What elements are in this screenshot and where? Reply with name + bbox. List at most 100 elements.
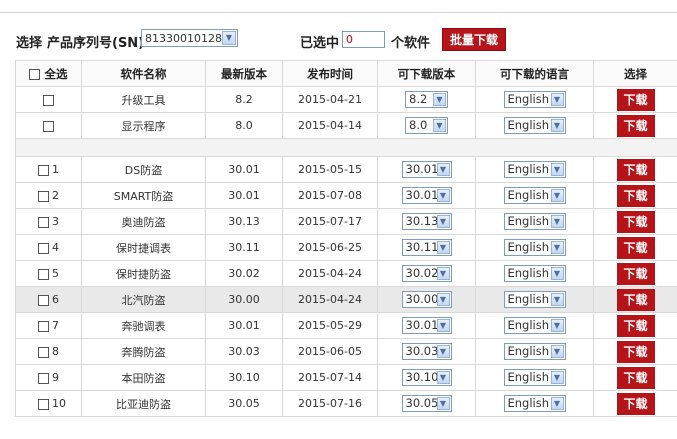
chevron-down-icon[interactable]: ▼ <box>550 163 564 176</box>
sn-value: 813300101280 <box>145 32 229 45</box>
language-select[interactable]: English ▼ <box>503 161 566 178</box>
language-select[interactable]: English ▼ <box>503 213 566 230</box>
chevron-down-icon[interactable]: ▼ <box>550 397 564 410</box>
version-select[interactable]: 30.01 ▼ <box>401 161 452 178</box>
table-row: 4 保时捷调表 30.11 2015-06-25 30.11 ▼ English ▼ 下载 <box>15 234 677 261</box>
chevron-down-icon[interactable]: ▼ <box>550 241 564 254</box>
row-checkbox[interactable] <box>38 242 49 254</box>
chevron-down-icon[interactable]: ▼ <box>433 93 446 106</box>
row-number: 2 <box>52 189 59 202</box>
chevron-down-icon[interactable]: ▼ <box>436 293 450 306</box>
chevron-down-icon[interactable]: ▼ <box>436 163 450 176</box>
latest-version: 30.02 <box>205 260 283 287</box>
chevron-down-icon[interactable]: ▼ <box>436 267 450 280</box>
language-select[interactable]: English ▼ <box>503 343 566 360</box>
row-checkbox[interactable] <box>43 120 54 132</box>
download-button[interactable]: 下载 <box>616 262 655 285</box>
chevron-down-icon[interactable]: ▼ <box>550 319 564 332</box>
download-button[interactable]: 下载 <box>616 88 655 111</box>
release-date: 2015-04-24 <box>282 260 378 287</box>
row-checkbox[interactable] <box>38 216 49 228</box>
selected-count-input[interactable]: 0 <box>342 31 385 48</box>
version-select[interactable]: 30.02 ▼ <box>401 265 452 282</box>
chevron-down-icon[interactable]: ▼ <box>550 267 564 280</box>
version-select[interactable]: 8.2 ▼ <box>405 91 448 108</box>
release-date: 2015-06-25 <box>282 234 378 261</box>
language-select[interactable]: English ▼ <box>503 239 566 256</box>
version-select[interactable]: 8.0 ▼ <box>405 117 448 134</box>
table-row: 3 奥迪防盗 30.13 2015-07-17 30.13 ▼ English ▼ 下载 <box>15 208 677 235</box>
sn-select[interactable]: 813300101280 ▼ <box>141 29 238 47</box>
row-number: 9 <box>52 371 59 384</box>
chevron-down-icon[interactable]: ▼ <box>436 371 450 384</box>
version-select[interactable]: 30.00 ▼ <box>401 291 452 308</box>
language-select[interactable]: English ▼ <box>503 369 566 386</box>
language-select[interactable]: English ▼ <box>503 291 566 308</box>
row-checkbox[interactable] <box>38 190 49 202</box>
chevron-down-icon[interactable]: ▼ <box>550 293 564 306</box>
version-select[interactable]: 30.11 ▼ <box>401 239 452 256</box>
row-checkbox[interactable] <box>38 346 49 358</box>
chevron-down-icon[interactable]: ▼ <box>222 31 236 45</box>
download-button[interactable]: 下载 <box>616 236 655 259</box>
version-select[interactable]: 30.01 ▼ <box>401 317 452 334</box>
row-checkbox[interactable] <box>38 372 49 384</box>
chevron-down-icon[interactable]: ▼ <box>550 215 564 228</box>
chevron-down-icon[interactable]: ▼ <box>433 119 446 132</box>
table-row: 8 奔腾防盗 30.03 2015-06-05 30.03 ▼ English ▼ 下载 <box>15 338 677 365</box>
select-all-checkbox[interactable] <box>29 68 41 80</box>
language-select[interactable]: English ▼ <box>503 317 566 334</box>
row-checkbox[interactable] <box>43 94 54 106</box>
download-button[interactable]: 下载 <box>616 288 655 311</box>
version-select[interactable]: 30.03 ▼ <box>401 343 452 360</box>
language-select[interactable]: English ▼ <box>503 395 566 412</box>
row-checkbox[interactable] <box>38 320 49 332</box>
row-checkbox[interactable] <box>38 398 49 410</box>
latest-version: 30.01 <box>205 182 283 209</box>
release-date: 2015-06-05 <box>282 338 378 365</box>
row-checkbox[interactable] <box>38 294 49 306</box>
batch-download-button[interactable]: 批量下载 <box>442 28 506 51</box>
chevron-down-icon[interactable]: ▼ <box>436 241 450 254</box>
chevron-down-icon[interactable]: ▼ <box>436 345 450 358</box>
download-button[interactable]: 下载 <box>616 158 655 181</box>
row-checkbox[interactable] <box>38 164 49 176</box>
version-select[interactable]: 30.13 ▼ <box>401 213 452 230</box>
software-name: 比亚迪防盗 <box>81 390 206 417</box>
table-row: 7 奔驰调表 30.01 2015-05-29 30.01 ▼ English ▼ 下载 <box>15 312 677 339</box>
table-row: 显示程序 8.0 2015-04-14 8.0 ▼ English ▼ 下载 <box>15 112 677 139</box>
chevron-down-icon[interactable]: ▼ <box>436 319 450 332</box>
chevron-down-icon[interactable]: ▼ <box>436 189 450 202</box>
language-select[interactable]: English ▼ <box>503 117 566 134</box>
chevron-down-icon[interactable]: ▼ <box>550 371 564 384</box>
version-value: 30.05 <box>405 396 439 410</box>
release-date: 2015-07-16 <box>282 390 378 417</box>
download-button[interactable]: 下载 <box>616 366 655 389</box>
version-value: 8.0 <box>409 118 428 132</box>
language-value: English <box>507 370 550 384</box>
chevron-down-icon[interactable]: ▼ <box>550 189 564 202</box>
language-select[interactable]: English ▼ <box>503 91 566 108</box>
version-select[interactable]: 30.01 ▼ <box>401 187 452 204</box>
latest-version: 30.01 <box>205 312 283 339</box>
download-button[interactable]: 下载 <box>616 114 655 137</box>
release-date: 2015-04-21 <box>282 86 378 113</box>
chevron-down-icon[interactable]: ▼ <box>550 345 564 358</box>
download-button[interactable]: 下载 <box>616 184 655 207</box>
download-button[interactable]: 下载 <box>616 210 655 233</box>
version-select[interactable]: 30.05 ▼ <box>401 395 452 412</box>
chevron-down-icon[interactable]: ▼ <box>550 119 564 132</box>
latest-version: 30.10 <box>205 364 283 391</box>
software-name: 升级工具 <box>81 86 206 113</box>
version-value: 8.2 <box>409 92 428 106</box>
download-button[interactable]: 下载 <box>616 340 655 363</box>
language-select[interactable]: English ▼ <box>503 187 566 204</box>
row-checkbox[interactable] <box>38 268 49 280</box>
version-select[interactable]: 30.10 ▼ <box>401 369 452 386</box>
download-button[interactable]: 下载 <box>616 392 655 415</box>
download-button[interactable]: 下载 <box>616 314 655 337</box>
chevron-down-icon[interactable]: ▼ <box>550 93 564 106</box>
chevron-down-icon[interactable]: ▼ <box>436 215 450 228</box>
chevron-down-icon[interactable]: ▼ <box>436 397 450 410</box>
language-select[interactable]: English ▼ <box>503 265 566 282</box>
